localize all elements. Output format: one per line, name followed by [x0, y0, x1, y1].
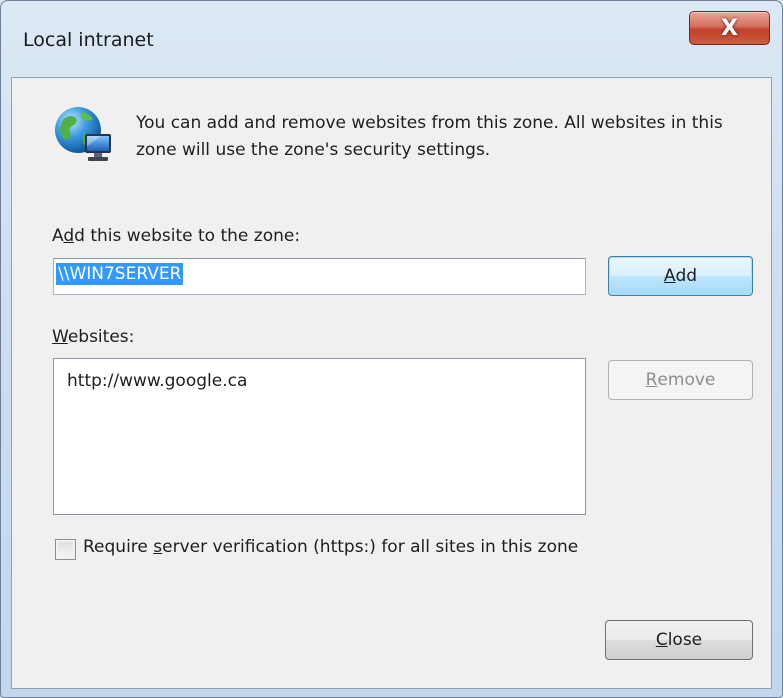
window-close-button[interactable]: X [689, 11, 770, 45]
server-verification-checkbox[interactable] [55, 539, 76, 560]
globe-computer-icon [55, 107, 111, 161]
dialog-window: Local intranet X You can add and remove … [0, 0, 783, 698]
websites-label: Websites: [52, 327, 135, 347]
intro-text: You can add and remove websites from thi… [136, 113, 723, 160]
window-title: Local intranet [23, 29, 154, 51]
add-site-label: Add this website to the zone: [52, 226, 301, 246]
dialog-body: You can add and remove websites from thi… [11, 77, 772, 689]
title-bar[interactable]: Local intranet X [1, 1, 782, 81]
add-site-input[interactable]: \\WIN7SERVER [53, 258, 586, 295]
close-icon: X [721, 15, 738, 41]
add-site-input-value: \\WIN7SERVER [56, 263, 184, 285]
websites-list[interactable]: http://www.google.ca [53, 358, 586, 515]
list-item[interactable]: http://www.google.ca [67, 371, 585, 391]
remove-button[interactable]: Remove [608, 360, 753, 400]
server-verification-label[interactable]: Require server verification (https:) for… [83, 537, 578, 557]
close-button[interactable]: Close [605, 620, 753, 660]
add-button[interactable]: Add [608, 256, 753, 296]
